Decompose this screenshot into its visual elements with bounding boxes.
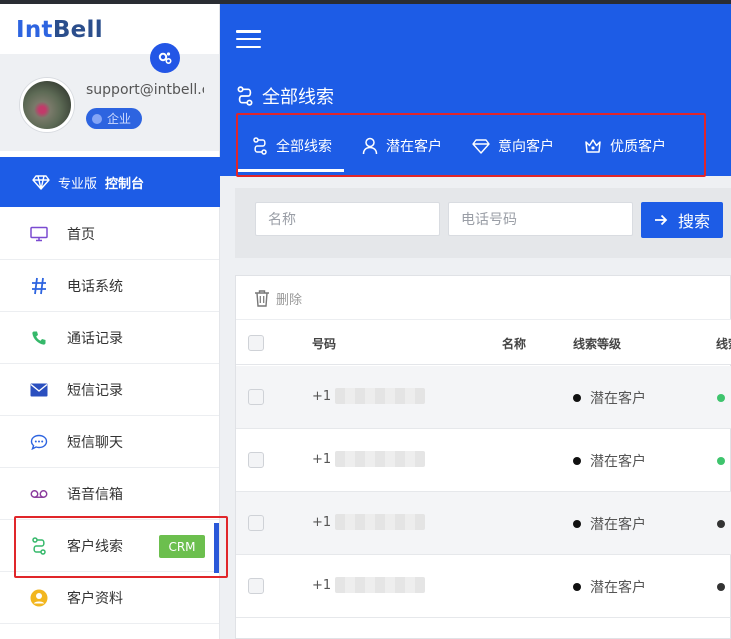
sidebar-item-voicemail[interactable]: 语音信箱 <box>0 468 219 520</box>
diamond-icon <box>32 175 50 190</box>
status-dot-icon <box>717 394 725 402</box>
console-label: 控制台 <box>105 176 145 192</box>
profile-panel: support@intbell.com 企业 <box>0 54 219 151</box>
table-row[interactable]: +1 潜在客户 <box>236 555 731 618</box>
name-search-placeholder: 名称 <box>268 212 296 228</box>
delete-button[interactable]: 删除 <box>254 286 302 310</box>
hamburger-line <box>236 30 261 33</box>
sidebar-item-label: 通话记录 <box>67 330 123 347</box>
console-edition: 专业版 <box>58 176 98 192</box>
phone-prefix: +1 <box>312 577 332 593</box>
level-dot-icon <box>573 457 581 465</box>
table-header: 号码 名称 线索等级 线索 <box>236 319 731 365</box>
sidebar-item-call-logs[interactable]: 通话记录 <box>0 312 219 364</box>
select-all-checkbox[interactable] <box>248 335 264 351</box>
phone-prefix: +1 <box>312 451 332 467</box>
column-header-number[interactable]: 号码 <box>312 335 336 352</box>
phone-icon <box>30 329 48 347</box>
column-header-name[interactable]: 名称 <box>502 335 526 352</box>
hamburger-line <box>236 37 261 41</box>
row-checkbox[interactable] <box>248 452 264 468</box>
badge-dot-icon <box>92 113 102 124</box>
brand-logo-part1: Int <box>16 17 53 43</box>
redacted-number <box>335 388 426 404</box>
phone-cell: +1 <box>312 451 426 467</box>
table-row[interactable]: +1 潜在客户 <box>236 492 731 555</box>
phone-search-input[interactable]: 电话号码 <box>448 202 633 236</box>
sidebar-item-label: 首页 <box>67 226 95 243</box>
gears-icon <box>158 52 172 65</box>
badge-label: 企业 <box>107 112 132 126</box>
phone-cell: +1 <box>312 577 426 593</box>
sidebar-item-label: 短信记录 <box>67 382 123 399</box>
brand-logo[interactable]: IntBell <box>16 17 103 43</box>
sidebar-item-customer-profiles[interactable]: 客户资料 <box>0 572 219 624</box>
highlight-frame-sidebar <box>14 516 228 578</box>
lead-level-cell: 潜在客户 <box>573 451 646 471</box>
level-dot-icon <box>573 583 581 591</box>
redacted-number <box>335 577 426 593</box>
route-icon <box>237 86 253 106</box>
redacted-number <box>335 451 426 467</box>
sidebar-item-sms-logs[interactable]: 短信记录 <box>0 364 219 416</box>
status-dot-icon <box>717 520 725 528</box>
lead-level-cell: 潜在客户 <box>573 388 646 408</box>
phone-cell: +1 <box>312 514 426 530</box>
menu-toggle-button[interactable] <box>236 30 261 48</box>
row-checkbox[interactable] <box>248 578 264 594</box>
column-header-lead-status[interactable]: 线索 <box>716 335 731 352</box>
account-type-badge: 企业 <box>86 108 143 129</box>
delete-label: 删除 <box>276 292 303 308</box>
lead-level-cell: 潜在客户 <box>573 577 646 597</box>
leads-table-card: 删除 号码 名称 线索等级 线索 +1 潜在客户 +1 潜在客户 +1 潜在客户… <box>235 275 731 639</box>
brand-logo-part2: Bell <box>52 17 103 43</box>
user-circle-icon <box>30 589 48 607</box>
redacted-number <box>335 514 426 530</box>
profile-email: support@intbell.com <box>86 82 204 98</box>
level-dot-icon <box>573 394 581 402</box>
page-title-text: 全部线索 <box>262 87 334 108</box>
hash-icon <box>30 277 48 295</box>
row-checkbox[interactable] <box>248 515 264 531</box>
hamburger-line <box>236 45 261 48</box>
sidebar-item-home[interactable]: 首页 <box>0 208 219 260</box>
phone-cell: +1 <box>312 388 426 404</box>
settings-gear-button[interactable] <box>150 43 180 73</box>
sidebar-item-label: 电话系统 <box>67 278 123 295</box>
sidebar-item-phone-system[interactable]: 电话系统 <box>0 260 219 312</box>
console-link[interactable]: 专业版 控制台 <box>0 157 220 207</box>
lead-level-text: 潜在客户 <box>590 517 646 533</box>
sidebar-item-label: 短信聊天 <box>67 434 123 451</box>
monitor-icon <box>30 225 48 243</box>
column-header-lead-level[interactable]: 线索等级 <box>573 335 621 352</box>
phone-search-placeholder: 电话号码 <box>461 212 517 228</box>
phone-prefix: +1 <box>312 388 332 404</box>
chat-bubble-icon <box>30 433 48 451</box>
sidebar-item-label: 客户资料 <box>67 590 123 607</box>
table-row[interactable]: +1 潜在客户 <box>236 429 731 492</box>
avatar[interactable] <box>20 78 74 132</box>
trash-icon <box>255 290 269 307</box>
sidebar-item-label: 语音信箱 <box>67 486 123 503</box>
level-dot-icon <box>573 520 581 528</box>
voicemail-icon <box>30 485 48 503</box>
status-dot-icon <box>717 457 725 465</box>
table-row[interactable]: +1 潜在客户 <box>236 366 731 429</box>
arrow-right-icon <box>654 214 668 226</box>
highlight-frame-tabs <box>236 113 706 177</box>
status-dot-icon <box>717 583 725 591</box>
sidebar-item-sms-chat[interactable]: 短信聊天 <box>0 416 219 468</box>
lead-level-text: 潜在客户 <box>590 580 646 596</box>
page-title: 全部线索 <box>236 83 334 109</box>
envelope-icon <box>30 381 48 399</box>
row-checkbox[interactable] <box>248 389 264 405</box>
lead-level-text: 潜在客户 <box>590 391 646 407</box>
lead-level-text: 潜在客户 <box>590 454 646 470</box>
name-search-input[interactable]: 名称 <box>255 202 440 236</box>
lead-level-cell: 潜在客户 <box>573 514 646 534</box>
search-button[interactable]: 搜索 <box>641 202 723 238</box>
search-panel: 名称 电话号码 搜索 <box>235 188 731 258</box>
search-button-label: 搜索 <box>677 212 710 231</box>
phone-prefix: +1 <box>312 514 332 530</box>
